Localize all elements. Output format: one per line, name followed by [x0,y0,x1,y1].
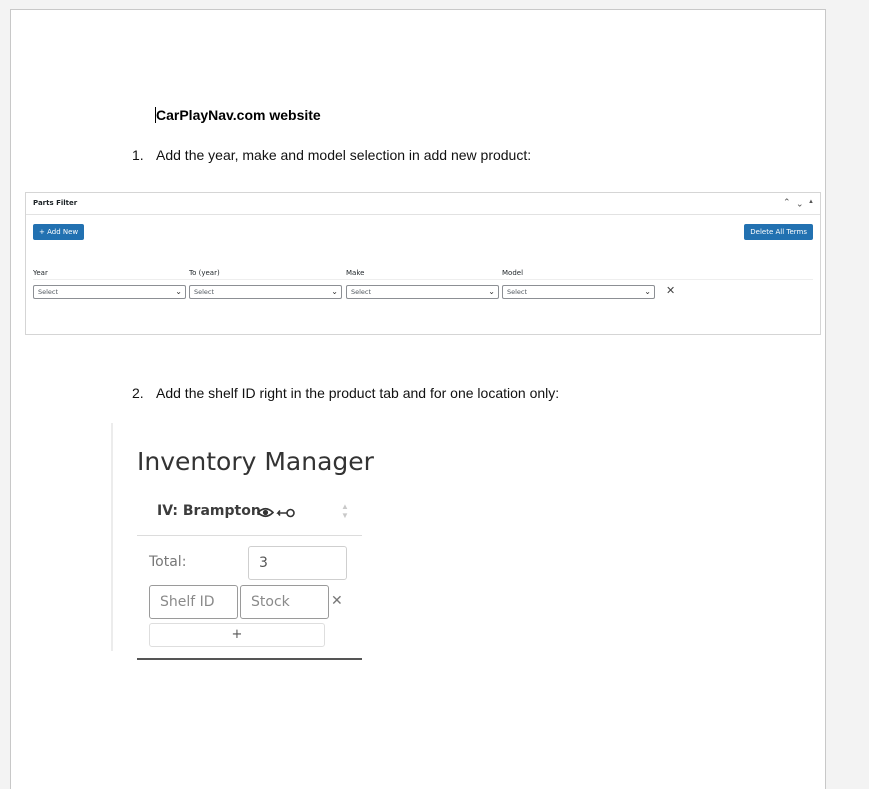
bottom-rule [137,658,362,660]
select-value: Select [507,288,528,296]
select-value: Select [351,288,372,296]
select-value: Select [194,288,215,296]
total-value: 3 [259,555,268,571]
step-number: 2. [132,385,144,401]
to-year-select[interactable]: Select ⌄ [189,285,342,299]
add-row-button[interactable]: + [149,623,325,647]
panel-border [111,423,113,651]
parts-filter-title: Parts Filter [33,199,78,207]
step-text: Add the year, make and model selection i… [156,147,532,163]
inventory-manager-title: Inventory Manager [137,447,374,476]
column-label-make: Make [346,269,365,277]
step-number: 1. [132,147,144,163]
panel-controls: ⌃ ⌃ ▲ [783,197,814,208]
step-2: 2. Add the shelf ID right in the product … [132,385,559,401]
total-field[interactable]: 3 [248,546,347,580]
model-select[interactable]: Select ⌄ [502,285,655,299]
chevron-up-icon[interactable]: ⌃ [783,197,791,208]
document-title: CarPlayNav.com website [155,107,321,123]
step-1: 1. Add the year, make and model selection… [132,147,531,163]
stock-placeholder: Stock [251,594,290,610]
document-page: CarPlayNav.com website 1. Add the year, m… [10,9,826,789]
total-label: Total: [149,554,187,570]
inventory-manager-panel: Inventory Manager IV: Brampton ▲ ▼ Total:… [111,423,374,663]
chevron-down-icon[interactable]: ⌃ [796,197,804,208]
divider [137,535,362,536]
triangle-up-icon[interactable]: ▲ [808,199,814,208]
column-label-model: Model [502,269,524,277]
remove-row-icon[interactable]: ✕ [666,284,675,297]
parts-filter-panel: Parts Filter ⌃ ⌃ ▲ + Add New Delete All … [25,192,821,335]
column-label-to-year: To (year) [189,269,220,277]
chevron-down-icon: ⌄ [331,287,338,296]
location-name: IV: Brampton [157,503,261,519]
chevron-down-icon: ⌄ [488,287,495,296]
document-title-text: CarPlayNav.com website [156,107,321,123]
select-value: Select [38,288,59,296]
key-icon[interactable] [276,508,296,518]
column-label-year: Year [33,269,48,277]
parts-filter-header: Parts Filter ⌃ ⌃ ▲ [26,193,820,215]
remove-row-icon[interactable]: ✕ [331,593,343,609]
chevron-down-icon: ⌄ [175,287,182,296]
add-new-button[interactable]: + Add New [33,224,85,240]
stock-field[interactable]: Stock [240,585,329,619]
sort-arrows-icon[interactable]: ▲ ▼ [341,502,349,520]
eye-icon[interactable] [257,507,274,518]
divider [33,279,813,280]
delete-all-terms-button[interactable]: Delete All Terms [744,224,813,240]
chevron-down-icon: ⌄ [644,287,651,296]
shelf-id-field[interactable]: Shelf ID [149,585,238,619]
year-select[interactable]: Select ⌄ [33,285,186,299]
shelf-id-placeholder: Shelf ID [160,594,215,610]
step-text: Add the shelf ID right in the product ta… [156,385,560,401]
make-select[interactable]: Select ⌄ [346,285,499,299]
